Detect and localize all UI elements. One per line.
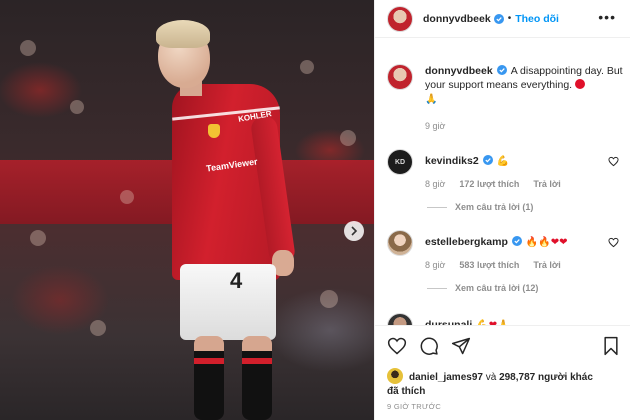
liked-by-username[interactable]: daniel_james97 — [409, 372, 483, 383]
red-circle-emoji — [575, 79, 586, 89]
verified-badge-icon — [511, 236, 522, 246]
avatar[interactable] — [387, 64, 413, 90]
player-leg-right — [242, 336, 272, 420]
comment-username[interactable]: kevindiks2 — [425, 155, 479, 167]
follow-button[interactable]: Theo dõi — [515, 13, 559, 25]
like-heart-icon[interactable] — [608, 237, 619, 248]
comment-likes[interactable]: 172 lượt thích — [459, 179, 519, 189]
comment-username[interactable]: estellebergkamp — [425, 236, 508, 248]
post-timestamp: 9 GIỜ TRƯỚC — [387, 402, 442, 411]
caption-emoji: 🙏 — [425, 94, 438, 105]
liked-joiner: và — [485, 372, 497, 383]
player-shorts — [180, 264, 276, 340]
liked-suffix: đã thích — [387, 386, 426, 397]
crowd-face — [120, 190, 134, 204]
view-replies-button[interactable]: Xem câu trả lời (12) — [427, 283, 538, 293]
avatar[interactable]: KD — [387, 149, 413, 175]
comment-bubble-icon[interactable] — [419, 336, 439, 356]
like-heart-icon[interactable] — [387, 336, 407, 356]
comment-item: KD kevindiks2 💪 8 giờ 172 lượt thích Trả … — [387, 149, 623, 189]
comment-item: dursunali💪❤🙏 — [387, 313, 623, 325]
verified-badge-icon — [493, 13, 504, 24]
avatar[interactable] — [387, 5, 413, 32]
post-header: donnyvdbeek • Theo dõi ••• — [375, 0, 630, 38]
club-crest-icon — [208, 124, 220, 138]
save-bookmark-icon[interactable] — [601, 336, 621, 356]
comment-text: 💪 — [496, 156, 510, 167]
crowd-face — [30, 230, 46, 246]
separator: • — [507, 13, 512, 24]
crowd-face — [20, 40, 36, 56]
author-username[interactable]: donnyvdbeek — [423, 13, 491, 25]
likes-summary[interactable]: daniel_james97 và 298,787 người khác đã … — [387, 368, 621, 399]
comments-list[interactable]: donnyvdbeek A disappointing day. But your… — [375, 38, 630, 325]
comment-time: 8 giờ — [425, 179, 446, 189]
comment-item: estellebergkamp 🔥🔥❤❤ 8 giờ 583 lượt thích… — [387, 230, 623, 270]
caption-time: 9 giờ — [425, 121, 446, 131]
chevron-right-icon — [351, 226, 358, 236]
crowd-face — [70, 100, 84, 114]
comment-likes[interactable]: 583 lượt thích — [459, 260, 519, 270]
more-options-icon[interactable]: ••• — [598, 10, 616, 24]
reply-button[interactable]: Trả lời — [533, 179, 560, 189]
share-paper-plane-icon[interactable] — [451, 336, 471, 356]
player-figure: KOHLER TeamViewer 4 — [150, 18, 320, 420]
avatar[interactable] — [387, 313, 413, 325]
next-photo-button[interactable] — [344, 221, 364, 241]
player-leg-left — [194, 336, 224, 420]
crowd-face — [320, 290, 338, 308]
avatar[interactable] — [387, 230, 413, 256]
verified-badge-icon — [482, 155, 493, 165]
shorts-number: 4 — [230, 268, 243, 293]
post-actions: daniel_james97 và 298,787 người khác đã … — [375, 325, 630, 420]
avatar — [387, 368, 403, 384]
verified-badge-icon — [496, 65, 507, 75]
view-replies-button[interactable]: Xem câu trả lời (1) — [427, 202, 533, 212]
caption: donnyvdbeek A disappointing day. But your… — [387, 64, 623, 131]
liked-count[interactable]: 298,787 người khác — [499, 372, 593, 383]
comment-time: 8 giờ — [425, 260, 446, 270]
post-photo[interactable]: KOHLER TeamViewer 4 — [0, 0, 374, 420]
caption-username[interactable]: donnyvdbeek — [425, 65, 493, 77]
crowd-face — [340, 130, 356, 146]
crowd-face — [90, 320, 106, 336]
reply-button[interactable]: Trả lời — [533, 260, 560, 270]
like-heart-icon[interactable] — [608, 156, 619, 167]
post-side-panel: donnyvdbeek • Theo dõi ••• donnyvdbeek A … — [374, 0, 630, 420]
player-hair — [156, 20, 210, 48]
comment-text: 🔥🔥❤❤ — [525, 237, 568, 248]
